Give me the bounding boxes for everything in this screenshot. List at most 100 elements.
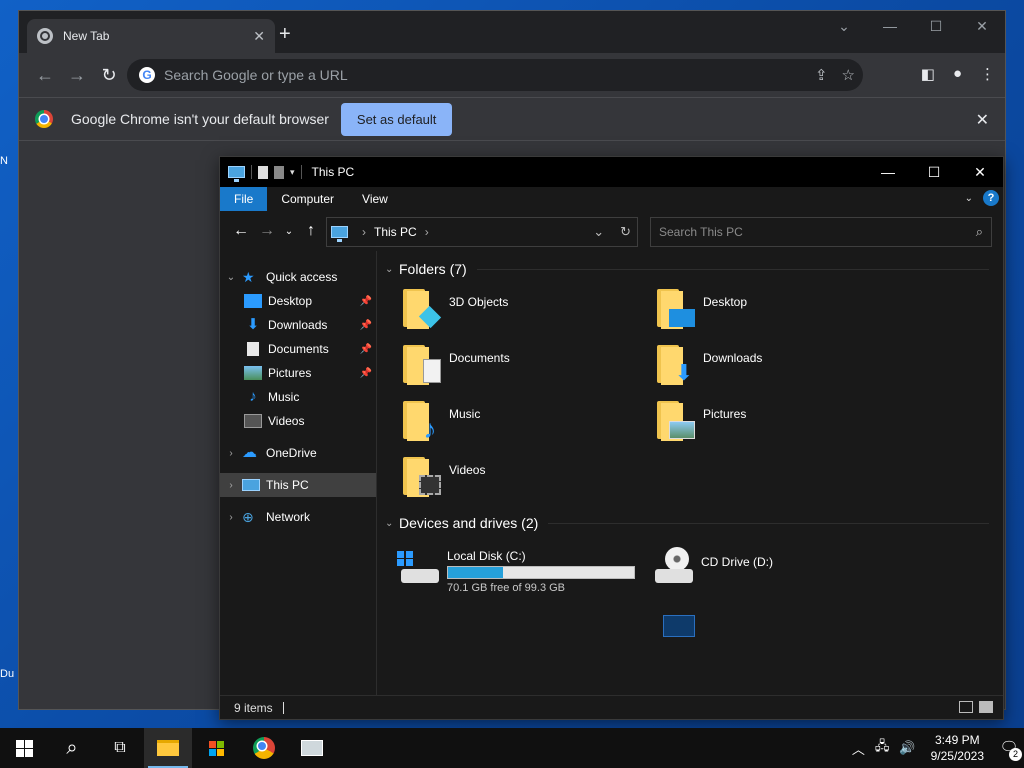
start-button[interactable]: [0, 728, 48, 768]
chevron-down-icon[interactable]: ⌄: [385, 518, 399, 529]
tab-view[interactable]: View: [348, 187, 402, 211]
breadcrumb-this-pc[interactable]: This PC: [374, 225, 417, 239]
drive-c[interactable]: Local Disk (C:) 70.1 GB free of 99.3 GB: [397, 547, 651, 594]
chrome-taskbar-icon[interactable]: [240, 728, 288, 768]
address-dropdown-icon[interactable]: ⌄: [593, 224, 604, 240]
app-taskbar-icon[interactable]: [288, 728, 336, 768]
expand-ribbon-icon[interactable]: ⌄: [965, 193, 973, 204]
nav-item-desktop[interactable]: Desktop 📌: [220, 289, 376, 313]
nav-this-pc[interactable]: › This PC: [220, 473, 376, 497]
navigation-bar: ← → ⌄ ↑ › This PC › ⌄ ↻ ⌕: [220, 211, 1003, 251]
drive-name: Local Disk (C:): [447, 549, 526, 563]
back-button[interactable]: ←: [228, 222, 254, 240]
folder-music[interactable]: ♪ Music: [403, 401, 657, 443]
tab-search-icon[interactable]: ⌄: [821, 11, 867, 41]
group-header-folders[interactable]: ⌄ Folders (7): [385, 255, 995, 283]
close-tab-icon[interactable]: ✕: [253, 28, 265, 45]
set-as-default-button[interactable]: Set as default: [340, 102, 453, 136]
file-explorer-taskbar-icon[interactable]: [144, 728, 192, 768]
drive-d[interactable]: CD Drive (D:): [651, 547, 905, 594]
maximize-button[interactable]: ☐: [911, 157, 957, 187]
pin-icon: 📌: [359, 319, 372, 331]
new-folder-icon[interactable]: [274, 165, 284, 179]
nav-label: Network: [266, 510, 311, 524]
nav-network[interactable]: › ⊕ Network: [220, 505, 376, 529]
search-input[interactable]: [659, 225, 959, 239]
desktop-icon-label-partial[interactable]: Du: [0, 668, 18, 680]
nav-onedrive[interactable]: › ☁ OneDrive: [220, 441, 376, 465]
folder-label: Desktop: [703, 295, 748, 309]
tab-new-tab[interactable]: New Tab ✕: [27, 19, 275, 53]
file-explorer-window: ▾ This PC — ☐ ✕ File Computer View ⌄ ? ←…: [219, 156, 1004, 720]
chevron-down-icon[interactable]: ⌄: [220, 272, 242, 283]
chevron-up-icon[interactable]: ︿: [852, 739, 865, 758]
refresh-icon[interactable]: ↻: [620, 224, 631, 240]
folder-pictures[interactable]: Pictures: [657, 401, 911, 443]
chevron-down-icon[interactable]: ⌄: [385, 264, 399, 275]
nav-label: This PC: [266, 478, 309, 492]
reload-button[interactable]: ↻: [93, 65, 125, 86]
bookmark-star-icon[interactable]: ☆: [842, 66, 855, 84]
side-panel-icon[interactable]: ◧: [921, 65, 935, 83]
customize-qat-icon[interactable]: ▾: [290, 167, 295, 178]
clock[interactable]: 3:49 PM 9/25/2023: [931, 732, 984, 764]
maximize-button[interactable]: ☐: [913, 11, 959, 41]
navigation-pane: ⌄ ★ Quick access Desktop 📌 ⬇ Downloads 📌…: [220, 251, 377, 697]
chevron-right-icon[interactable]: ›: [220, 512, 242, 523]
minimize-button[interactable]: —: [865, 157, 911, 187]
nav-quick-access[interactable]: ⌄ ★ Quick access: [220, 265, 376, 289]
local-disk-icon: [397, 547, 441, 587]
action-center-icon[interactable]: 🗨 2: [994, 733, 1024, 763]
ribbon-tabs: File Computer View ⌄ ?: [220, 187, 1003, 211]
microsoft-store-icon[interactable]: [192, 728, 240, 768]
nav-item-music[interactable]: ♪ Music: [220, 385, 376, 409]
task-view-icon[interactable]: ⧉: [96, 728, 144, 768]
nav-label: Documents: [268, 342, 329, 356]
default-browser-infobar: Google Chrome isn't your default browser…: [19, 97, 1005, 141]
help-icon[interactable]: ?: [983, 190, 999, 206]
minimize-button[interactable]: —: [867, 11, 913, 41]
search-icon[interactable]: ⌕: [48, 728, 96, 768]
folder-desktop[interactable]: Desktop: [657, 289, 911, 331]
folder-documents[interactable]: Documents: [403, 345, 657, 387]
breadcrumb-chevron-icon[interactable]: ›: [425, 225, 429, 239]
details-view-icon[interactable]: [959, 701, 973, 713]
pin-icon: 📌: [359, 343, 372, 355]
search-box[interactable]: ⌕: [650, 217, 992, 247]
forward-button[interactable]: →: [61, 65, 93, 86]
menu-kebab-icon[interactable]: ⋮: [980, 65, 995, 83]
profile-icon[interactable]: ●: [953, 65, 962, 83]
recent-locations-icon[interactable]: ⌄: [280, 226, 298, 237]
up-button[interactable]: ↑: [298, 222, 324, 240]
tab-computer[interactable]: Computer: [267, 187, 348, 211]
selection-rectangle: [663, 615, 695, 637]
network-status-icon[interactable]: 🖧: [875, 737, 890, 759]
omnibox[interactable]: G Search Google or type a URL ⇪ ☆: [127, 59, 863, 91]
folder-3d-objects[interactable]: 3D Objects: [403, 289, 657, 331]
folder-downloads[interactable]: ⬇ Downloads: [657, 345, 911, 387]
group-header-devices[interactable]: ⌄ Devices and drives (2): [385, 509, 995, 537]
large-icons-view-icon[interactable]: [979, 701, 993, 713]
address-bar[interactable]: › This PC › ⌄ ↻: [326, 217, 638, 247]
desktop-icon-label-partial[interactable]: N: [0, 155, 18, 167]
music-note-icon: ♪: [249, 388, 257, 405]
close-infobar-icon[interactable]: ✕: [976, 110, 989, 130]
tab-file[interactable]: File: [220, 187, 268, 211]
nav-item-downloads[interactable]: ⬇ Downloads 📌: [220, 313, 376, 337]
nav-item-videos[interactable]: Videos: [220, 409, 376, 433]
chevron-right-icon[interactable]: ›: [220, 448, 242, 459]
breadcrumb-chevron-icon[interactable]: ›: [362, 225, 366, 239]
chevron-right-icon[interactable]: ›: [220, 480, 242, 491]
nav-item-documents[interactable]: Documents 📌: [220, 337, 376, 361]
folder-videos[interactable]: Videos: [403, 457, 657, 499]
folder-label: 3D Objects: [449, 295, 509, 309]
forward-button[interactable]: →: [254, 222, 280, 240]
new-tab-button[interactable]: +: [279, 23, 291, 46]
properties-icon[interactable]: [258, 165, 268, 179]
nav-item-pictures[interactable]: Pictures 📌: [220, 361, 376, 385]
back-button[interactable]: ←: [29, 65, 61, 86]
share-icon[interactable]: ⇪: [815, 66, 828, 84]
volume-icon[interactable]: 🔊: [899, 740, 915, 756]
close-button[interactable]: ✕: [959, 11, 1005, 41]
close-button[interactable]: ✕: [957, 157, 1003, 187]
